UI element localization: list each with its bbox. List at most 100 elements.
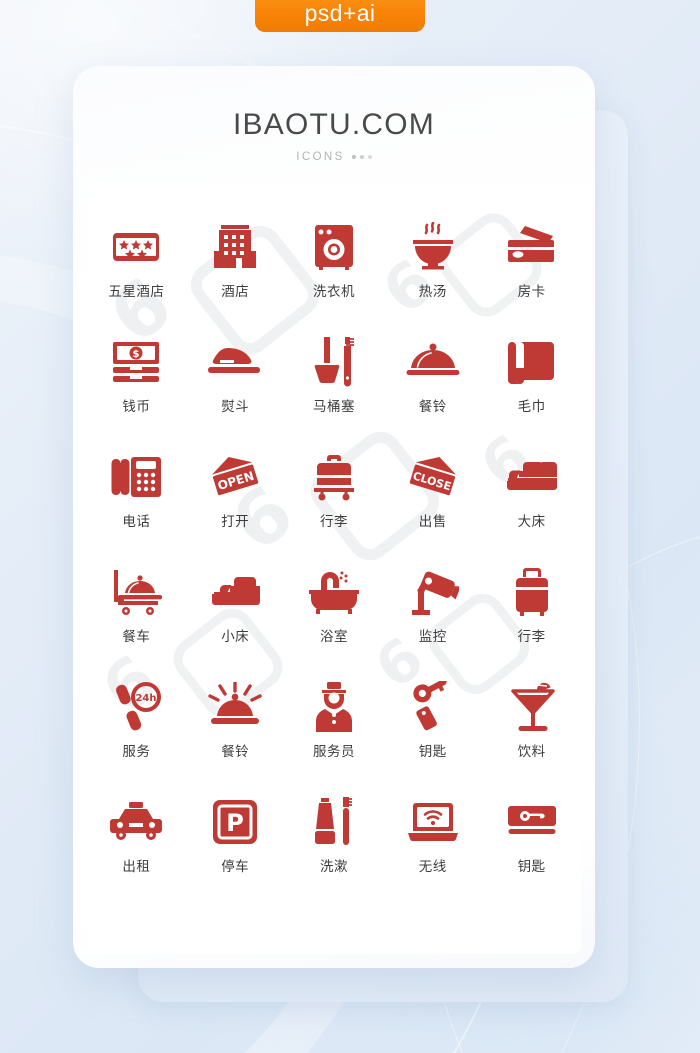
icon-label: 洗漱 xyxy=(319,859,348,875)
telephone-icon xyxy=(110,446,162,508)
psd-ai-badge: psd+ai xyxy=(255,0,425,32)
icon-label: 热汤 xyxy=(418,284,447,300)
icon-cell[interactable]: 行李 xyxy=(285,446,384,561)
svg-text:P: P xyxy=(226,809,244,837)
svg-text:$: $ xyxy=(133,349,140,360)
luggage-cart-icon xyxy=(308,446,360,508)
icon-label: 服务 xyxy=(122,744,151,760)
icon-label: 马桶塞 xyxy=(312,399,355,415)
service-bell-icon xyxy=(208,676,262,738)
icon-cell[interactable]: 洗衣机 xyxy=(285,216,384,331)
24h-service-icon: 24h xyxy=(110,676,162,738)
keys-icon xyxy=(408,676,458,738)
hot-soup-icon xyxy=(406,216,460,278)
icon-label: 出售 xyxy=(418,514,447,530)
icon-cell[interactable]: P 停车 xyxy=(186,791,285,906)
icon-cell[interactable]: 无线 xyxy=(383,791,482,906)
room-service-cart-icon xyxy=(110,561,163,623)
icon-label: 酒店 xyxy=(221,284,250,300)
icon-cell[interactable]: 饮料 xyxy=(482,676,581,791)
room-card-icon xyxy=(505,216,559,278)
icon-label: 大床 xyxy=(517,514,546,530)
icon-label: 钥匙 xyxy=(418,744,447,760)
bathtub-icon xyxy=(308,561,360,623)
icon-label: 监控 xyxy=(418,629,447,645)
subtitle-dots-icon xyxy=(351,155,372,159)
page-subtitle-text: ICONS xyxy=(296,151,345,163)
icon-label: 电话 xyxy=(122,514,151,530)
icon-cell[interactable]: 毛巾 xyxy=(482,331,581,446)
page-title: IBAOTU.COM xyxy=(232,108,435,141)
icon-label: 五星酒店 xyxy=(108,284,165,300)
wifi-laptop-icon xyxy=(406,791,460,853)
icon-cell[interactable]: 酒店 xyxy=(186,216,285,331)
icon-label: 钥匙 xyxy=(517,859,546,875)
icon-label: 出租 xyxy=(122,859,151,875)
icon-cell[interactable]: 监控 xyxy=(383,561,482,676)
icon-cell[interactable]: 服务员 xyxy=(285,676,384,791)
icon-label: 服务员 xyxy=(312,744,355,760)
iron-icon xyxy=(208,331,262,393)
single-bed-icon xyxy=(208,561,262,623)
icon-cell[interactable]: 大床 xyxy=(482,446,581,561)
icon-cell[interactable]: 电话 xyxy=(87,446,186,561)
icon-label: 行李 xyxy=(319,514,348,530)
key-card-icon xyxy=(505,791,559,853)
icon-cell[interactable]: 马桶塞 xyxy=(285,331,384,446)
plunger-icon xyxy=(310,331,358,393)
icon-label: 熨斗 xyxy=(221,399,250,415)
icon-label: 餐铃 xyxy=(418,399,447,415)
icon-cell[interactable]: 热汤 xyxy=(383,216,482,331)
icon-cell[interactable]: $ 钱币 xyxy=(87,331,186,446)
icon-cell[interactable]: 出租 xyxy=(87,791,186,906)
icon-label: 小床 xyxy=(221,629,250,645)
cloche-icon xyxy=(406,331,460,393)
icon-label: 停车 xyxy=(221,859,250,875)
icon-grid: 五星酒店 酒店 洗衣机 热汤 房卡 $ 钱币 熨斗 马桶塞 餐铃 毛巾 电话 O… xyxy=(87,216,581,906)
icon-cell[interactable]: 洗漱 xyxy=(285,791,384,906)
money-icon: $ xyxy=(110,331,162,393)
icon-cell[interactable]: 行李 xyxy=(482,561,581,676)
icon-label: 钱币 xyxy=(122,399,151,415)
close-sign-icon: CLOSE xyxy=(406,446,460,508)
icon-label: 饮料 xyxy=(517,744,546,760)
icon-cell[interactable]: 餐铃 xyxy=(383,331,482,446)
icon-label: 行李 xyxy=(517,629,546,645)
icon-cell[interactable]: CLOSE 出售 xyxy=(383,446,482,561)
icon-cell[interactable]: 房卡 xyxy=(482,216,581,331)
toiletries-icon xyxy=(311,791,357,853)
cocktail-icon xyxy=(507,676,557,738)
icon-label: 餐铃 xyxy=(221,744,250,760)
icon-cell[interactable]: 餐车 xyxy=(87,561,186,676)
icon-cell[interactable]: 钥匙 xyxy=(383,676,482,791)
towel-icon xyxy=(506,331,558,393)
icon-cell[interactable]: 熨斗 xyxy=(186,331,285,446)
icon-cell[interactable]: 浴室 xyxy=(285,561,384,676)
icon-cell[interactable]: 钥匙 xyxy=(482,791,581,906)
icon-cell[interactable]: 餐铃 xyxy=(186,676,285,791)
parking-icon: P xyxy=(211,791,259,853)
icon-label: 房卡 xyxy=(517,284,546,300)
icon-panel: 6 6 6 6 6 6 五星酒店 酒店 洗衣机 热汤 房卡 $ 钱币 熨斗 马桶… xyxy=(87,182,581,954)
icon-label: 打开 xyxy=(221,514,250,530)
page-subtitle: ICONS xyxy=(73,151,595,163)
five-star-hotel-icon xyxy=(110,216,162,278)
bellboy-icon xyxy=(312,676,356,738)
taxi-icon xyxy=(109,791,163,853)
icon-cell[interactable]: 五星酒店 xyxy=(87,216,186,331)
double-bed-icon xyxy=(505,446,559,508)
icon-set-card: IBAOTU.COM ICONS 6 6 6 6 6 6 五星酒店 酒店 洗衣机… xyxy=(73,66,595,968)
card-header: IBAOTU.COM ICONS xyxy=(73,66,595,163)
washing-machine-icon xyxy=(310,216,358,278)
open-sign-icon: OPEN xyxy=(208,446,262,508)
icon-label: 餐车 xyxy=(122,629,151,645)
icon-label: 洗衣机 xyxy=(312,284,355,300)
svg-text:24h: 24h xyxy=(136,693,157,704)
icon-cell[interactable]: OPEN 打开 xyxy=(186,446,285,561)
suitcase-icon xyxy=(512,561,552,623)
icon-label: 浴室 xyxy=(319,629,348,645)
hotel-building-icon xyxy=(211,216,259,278)
icon-cell[interactable]: 小床 xyxy=(186,561,285,676)
icon-label: 毛巾 xyxy=(517,399,546,415)
icon-cell[interactable]: 24h 服务 xyxy=(87,676,186,791)
